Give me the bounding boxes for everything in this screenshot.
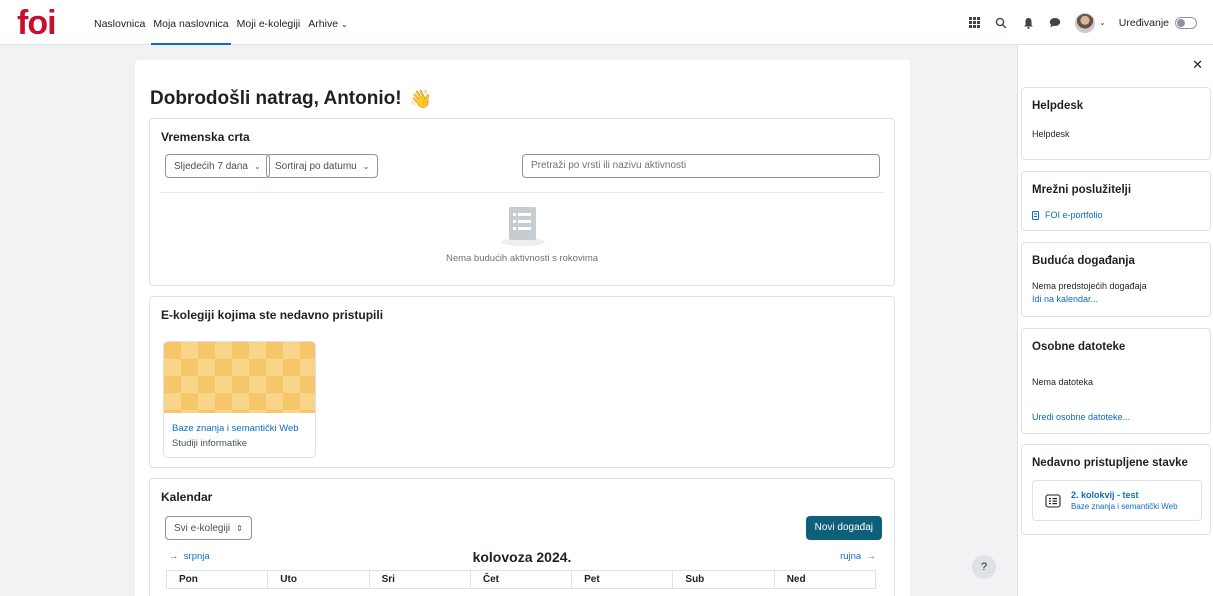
weekday-header: Pet [571, 570, 674, 589]
timeline-block: Vremenska crta Sljedećih 7 dana ⌄ Sortir… [149, 118, 895, 286]
grid-icon[interactable] [967, 16, 981, 30]
nav-item-my-courses[interactable]: Moji e-kolegiji [233, 0, 305, 45]
chevron-down-icon: ⌄ [253, 161, 261, 171]
welcome-text: Dobrodošli natrag, Antonio! [150, 88, 402, 109]
calendar-block: Kalendar Svi e-kolegiji ⇕ Novi događaj →… [149, 478, 895, 596]
servers-block: Mrežni poslužitelji FOI e-portfolio [1021, 171, 1211, 231]
upcoming-events-block: Buduća događanja Nema predstojećih događ… [1021, 242, 1211, 317]
waving-hand-icon: 👋 [409, 88, 432, 109]
upcoming-events-title: Buduća događanja [1032, 255, 1135, 267]
server-icon [1032, 210, 1039, 220]
chevron-down-icon: ⌄ [1099, 18, 1106, 27]
recent-items-title: Nedavno pristupljene stavke [1032, 457, 1188, 469]
private-files-text: Nema datoteka [1032, 377, 1094, 387]
eportfolio-link-label: FOI e-portfolio [1045, 210, 1103, 220]
weekday-header: Sri [368, 570, 471, 589]
nav-item-archives[interactable]: Arhive ⌄ [304, 0, 351, 45]
course-card[interactable]: Baze znanja i semantički Web Studiji inf… [163, 341, 316, 458]
calendar-table: Pon Uto Sri Čet Pet Sub Ned [165, 570, 877, 589]
arrow-right-icon: → [866, 551, 877, 562]
timeline-sort-value: Sortiraj po datumu [275, 160, 357, 172]
new-event-button[interactable]: Novi događaj [805, 516, 882, 540]
main-content: Dobrodošli natrag, Antonio! 👋 Vremenska … [135, 60, 910, 596]
upcoming-events-text: Nema predstojećih događaja [1032, 281, 1147, 291]
user-navigation: ⌄ Uređivanje [967, 0, 1197, 45]
weekday-header: Pon [165, 570, 269, 589]
nav-item-home[interactable]: Naslovnica [90, 0, 149, 45]
sort-arrows-icon: ⇕ [236, 523, 243, 533]
recent-items-block: Nedavno pristupljene stavke 2. kolokvij … [1021, 444, 1211, 535]
timeline-search-input[interactable]: Pretraži po vrsti ili nazivu aktivnosti [522, 154, 880, 178]
servers-title: Mrežni poslužitelji [1032, 184, 1132, 196]
edit-mode-label: Uređivanje [1118, 16, 1169, 29]
help-button[interactable]: ? [972, 555, 996, 579]
helpdesk-title: Helpdesk [1032, 100, 1084, 112]
bell-icon[interactable] [1021, 16, 1035, 30]
nav-item-archives-label: Arhive [308, 18, 339, 30]
weekday-header: Uto [267, 570, 370, 589]
chat-icon[interactable] [1048, 16, 1062, 30]
calendar-month: kolovoza 2024. [472, 549, 572, 565]
recent-item-title[interactable]: 2. kolokvij - test [1071, 490, 1139, 500]
private-files-title: Osobne datoteke [1032, 341, 1126, 353]
quiz-icon [1045, 494, 1061, 508]
timeline-sort-select[interactable]: Sortiraj po datumu ⌄ [266, 154, 379, 178]
empty-list-icon [499, 205, 547, 250]
edit-mode-control[interactable]: Uređivanje [1118, 16, 1197, 29]
recent-item[interactable]: 2. kolokvij - test Baze znanja i semanti… [1032, 480, 1202, 521]
weekday-header: Ned [773, 570, 877, 589]
calendar-course-filter-value: Svi e-kolegiji [174, 522, 231, 534]
next-month-label: rujna [840, 551, 862, 562]
timeline-day-filter-value: Sljedećih 7 dana [174, 160, 248, 172]
private-files-block: Osobne datoteke Nema datoteka Uredi osob… [1021, 328, 1211, 434]
manage-files-link[interactable]: Uredi osobne datoteke... [1032, 412, 1130, 422]
block-drawer: ✕ Helpdesk Helpdesk Mrežni poslužitelji … [1017, 45, 1213, 596]
user-menu[interactable]: ⌄ [1075, 12, 1106, 33]
nav-item-dashboard[interactable]: Moja naslovnica [149, 0, 232, 45]
eportfolio-link[interactable]: FOI e-portfolio [1032, 210, 1103, 220]
page-title: Dobrodošli natrag, Antonio! 👋 [150, 88, 432, 110]
chevron-down-icon: ⌄ [362, 161, 370, 171]
weekday-header: Sub [672, 570, 775, 589]
course-category: Studiji informatike [172, 438, 247, 449]
timeline-day-filter[interactable]: Sljedećih 7 dana ⌄ [165, 154, 270, 178]
calendar-course-filter[interactable]: Svi e-kolegiji ⇕ [165, 516, 252, 540]
search-icon[interactable] [994, 16, 1008, 30]
timeline-title: Vremenska crta [161, 130, 250, 144]
recent-courses-title: E-kolegiji kojima ste nedavno pristupili [161, 308, 384, 322]
helpdesk-block: Helpdesk Helpdesk [1021, 87, 1211, 160]
weekday-header: Čet [469, 570, 573, 589]
next-month-link[interactable]: rujna → [840, 551, 876, 562]
course-name-link[interactable]: Baze znanja i semantički Web [172, 423, 299, 434]
top-navbar: foi Naslovnica Moja naslovnica Moji e-ko… [0, 0, 1213, 45]
primary-navigation: Naslovnica Moja naslovnica Moji e-kolegi… [90, 0, 352, 45]
recent-courses-block: E-kolegiji kojima ste nedavno pristupili… [149, 296, 895, 468]
edit-mode-toggle[interactable] [1175, 16, 1197, 29]
chevron-down-icon: ⌄ [340, 20, 348, 29]
timeline-empty-text: Nema budućih aktivnosti s rokovima [445, 253, 599, 264]
go-to-calendar-link[interactable]: Idi na kalendar... [1032, 294, 1098, 304]
avatar [1075, 12, 1096, 33]
close-icon[interactable]: ✕ [1192, 57, 1203, 73]
course-image [164, 342, 315, 413]
recent-item-course: Baze znanja i semantički Web [1071, 502, 1178, 511]
site-logo[interactable]: foi [17, 5, 57, 41]
helpdesk-text: Helpdesk [1032, 129, 1070, 139]
timeline-divider [161, 192, 883, 193]
calendar-weekday-row: Pon Uto Sri Čet Pet Sub Ned [165, 570, 877, 589]
calendar-title: Kalendar [161, 490, 213, 504]
